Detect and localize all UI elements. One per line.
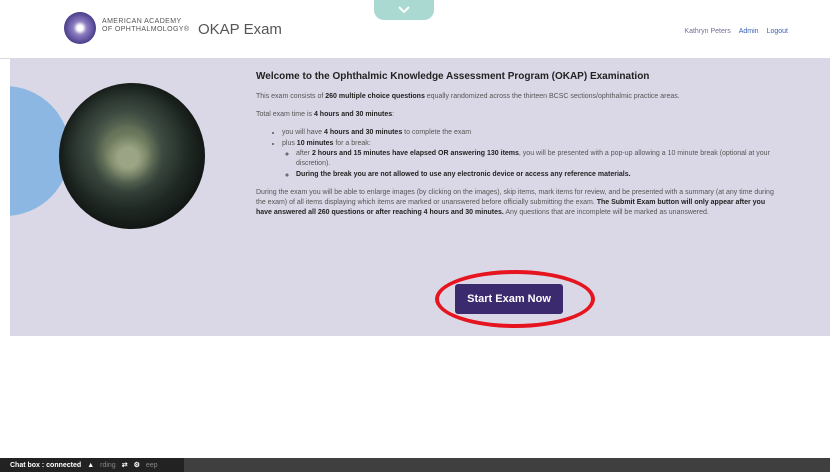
list-item: During the break you are not allowed to …	[296, 170, 776, 180]
bullet2-c: for a break:	[333, 140, 371, 147]
exam-time: Total exam time is 4 hours and 30 minute…	[256, 110, 776, 120]
swap-icon[interactable]: ⇄	[122, 461, 128, 469]
exam-features: During the exam you will be able to enla…	[256, 188, 776, 218]
welcome-panel: Welcome to the Ophthalmic Knowledge Asse…	[10, 58, 830, 336]
bullet2-b: 10 minutes	[296, 140, 334, 147]
list-item: you will have 4 hours and 30 minutes to …	[282, 128, 776, 138]
time-list: you will have 4 hours and 30 minutes to …	[256, 128, 776, 180]
bullet1-b: 4 hours and 30 minutes	[324, 129, 403, 136]
logout-link[interactable]: Logout	[767, 28, 788, 35]
question-count: 260 multiple choice questions	[325, 93, 425, 100]
intro-text: This exam consists of	[256, 93, 326, 100]
sub2: During the break you are not allowed to …	[296, 171, 631, 178]
time-total: 4 hours and 30 minutes	[313, 111, 393, 118]
list-item: plus 10 minutes for a break: after 2 hou…	[282, 139, 776, 180]
time-colon: :	[392, 111, 395, 118]
sub1-a: after	[296, 150, 312, 157]
aao-logo-icon	[64, 12, 96, 44]
bullet2-a: plus	[282, 140, 297, 147]
bullet1-a: you will have	[282, 129, 325, 136]
user-name: Kathryn Peters	[684, 28, 731, 35]
admin-link[interactable]: Admin	[739, 28, 759, 35]
chat-faint-text-2: eep	[145, 461, 158, 469]
during-c: Any questions that are incomplete will b…	[503, 209, 709, 216]
top-header: AMERICAN ACADEMY OF OPHTHALMOLOGY® OKAP …	[0, 0, 830, 59]
chevron-down-icon	[398, 6, 410, 14]
break-sublist: after 2 hours and 15 minutes have elapse…	[282, 149, 776, 180]
list-item: after 2 hours and 15 minutes have elapse…	[296, 149, 776, 169]
gear-icon[interactable]: ⚙	[134, 461, 140, 469]
sub1-b: 2 hours and 15 minutes have elapsed OR a…	[311, 150, 519, 157]
instructions: Welcome to the Ophthalmic Knowledge Asse…	[256, 68, 776, 226]
chat-faint-text: rding	[100, 461, 116, 469]
chat-status: Chat box : connected	[10, 461, 82, 469]
intro-text-end: equally randomized across the thirteen B…	[424, 93, 680, 100]
logo-line-2: OF OPHTHALMOLOGY®	[102, 26, 190, 33]
caret-up-icon[interactable]: ▲	[87, 462, 94, 469]
time-text: Total exam time is	[256, 111, 314, 118]
user-menu: Kathryn Peters Admin Logout	[684, 28, 788, 35]
eye-image	[59, 83, 205, 229]
bullet1-c: to complete the exam	[402, 129, 472, 136]
app-title: OKAP Exam	[198, 21, 282, 38]
exam-intro: This exam consists of 260 multiple choic…	[256, 92, 776, 102]
bottom-bar: Chat box : connected ▲ rding ⇄ ⚙ eep	[0, 458, 830, 472]
page-title: Welcome to the Ophthalmic Knowledge Asse…	[256, 71, 650, 82]
chat-box[interactable]: Chat box : connected ▲ rding ⇄ ⚙ eep	[0, 458, 184, 472]
aao-logo-text: AMERICAN ACADEMY OF OPHTHALMOLOGY®	[102, 18, 189, 34]
eye-image-highlight	[93, 123, 163, 193]
start-exam-button[interactable]: Start Exam Now	[455, 284, 563, 314]
logo-line-1: AMERICAN ACADEMY	[102, 18, 182, 25]
collapse-header-toggle[interactable]	[374, 0, 434, 20]
